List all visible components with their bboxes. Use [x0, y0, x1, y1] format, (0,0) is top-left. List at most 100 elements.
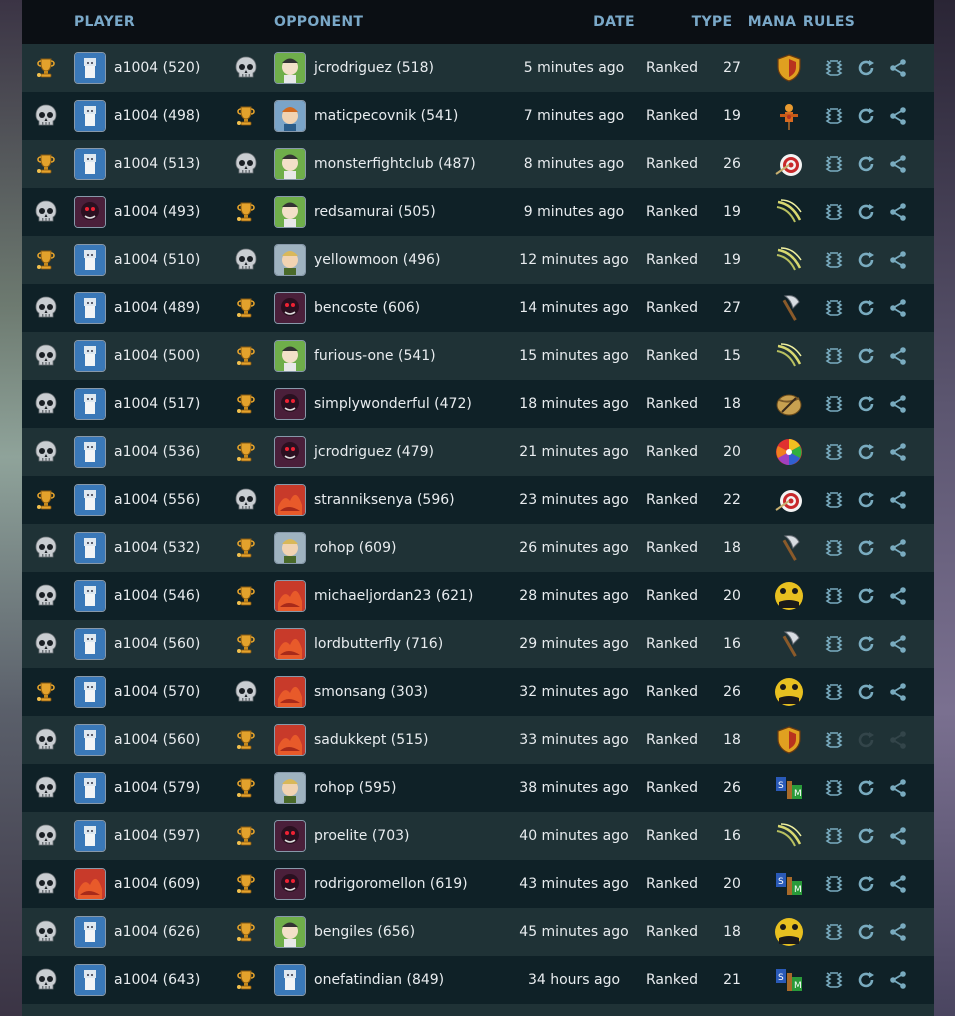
player-name[interactable]: a1004 (556) — [110, 492, 222, 508]
opponent-name[interactable]: onefatindian (849) — [310, 972, 508, 988]
player-avatar[interactable] — [70, 436, 110, 468]
share-icon[interactable] — [882, 250, 914, 270]
share-icon[interactable] — [882, 682, 914, 702]
table-row[interactable]: a1004 (560) lordbutterfly (716) 29 minutes… — [22, 620, 934, 668]
replay-icon[interactable] — [850, 202, 882, 222]
opponent-name[interactable]: bencoste (606) — [310, 300, 508, 316]
share-icon[interactable] — [882, 346, 914, 366]
share-icon[interactable] — [882, 394, 914, 414]
replay-icon[interactable] — [850, 682, 882, 702]
player-name[interactable]: a1004 (579) — [110, 780, 222, 796]
replay-icon[interactable] — [850, 634, 882, 654]
opponent-name[interactable]: maticpecovnik (541) — [310, 108, 508, 124]
opponent-avatar[interactable] — [270, 772, 310, 804]
player-avatar[interactable] — [70, 580, 110, 612]
replay-icon[interactable] — [850, 106, 882, 126]
battle-view-icon[interactable] — [818, 154, 850, 174]
player-name[interactable]: a1004 (560) — [110, 732, 222, 748]
player-name[interactable]: a1004 (517) — [110, 396, 222, 412]
replay-icon[interactable] — [850, 922, 882, 942]
player-avatar[interactable] — [70, 628, 110, 660]
opponent-name[interactable]: redsamurai (505) — [310, 204, 508, 220]
player-name[interactable]: a1004 (536) — [110, 444, 222, 460]
player-avatar[interactable] — [70, 868, 110, 900]
moon-rule-icon[interactable] — [760, 580, 818, 612]
opponent-avatar[interactable] — [270, 436, 310, 468]
replay-icon[interactable] — [850, 490, 882, 510]
axe-rule-icon[interactable] — [760, 292, 818, 324]
table-row[interactable]: a1004 (609) rodrigoromellon (619) 43 minut… — [22, 860, 934, 908]
replay-icon[interactable] — [850, 586, 882, 606]
battle-view-icon[interactable] — [818, 922, 850, 942]
header-mana[interactable]: MANA — [744, 14, 800, 30]
opponent-avatar[interactable] — [270, 244, 310, 276]
opponent-avatar[interactable] — [270, 388, 310, 420]
player-avatar[interactable] — [70, 196, 110, 228]
opponent-avatar[interactable] — [270, 196, 310, 228]
player-name[interactable]: a1004 (546) — [110, 588, 222, 604]
table-row[interactable]: a1004 (510) yellowmoon (496) 12 minutes ag… — [22, 236, 934, 284]
player-avatar[interactable] — [70, 388, 110, 420]
opponent-avatar[interactable] — [270, 676, 310, 708]
table-row[interactable]: a1004 (626) bengiles (656) 45 minutes ago R… — [22, 908, 934, 956]
player-avatar[interactable] — [70, 964, 110, 996]
player-name[interactable]: a1004 (560) — [110, 636, 222, 652]
player-avatar[interactable] — [70, 292, 110, 324]
replay-icon[interactable] — [850, 970, 882, 990]
opponent-name[interactable]: sadukkept (515) — [310, 732, 508, 748]
player-name[interactable]: a1004 (532) — [110, 540, 222, 556]
opponent-avatar[interactable] — [270, 628, 310, 660]
battle-view-icon[interactable] — [818, 826, 850, 846]
replay-icon[interactable] — [850, 250, 882, 270]
share-icon[interactable] — [882, 490, 914, 510]
table-row[interactable]: a1004 (517) simplywonderful (472) 18 minut… — [22, 380, 934, 428]
share-icon[interactable] — [882, 970, 914, 990]
player-avatar[interactable] — [70, 532, 110, 564]
share-icon[interactable] — [882, 58, 914, 78]
replay-icon[interactable] — [850, 826, 882, 846]
opponent-avatar[interactable] — [270, 724, 310, 756]
shield-rule-icon[interactable] — [760, 724, 818, 756]
player-avatar[interactable] — [70, 52, 110, 84]
table-row[interactable]: a1004 (570) smonsang (303) 32 minutes ago R… — [22, 668, 934, 716]
player-avatar[interactable] — [70, 148, 110, 180]
player-avatar[interactable] — [70, 676, 110, 708]
battle-view-icon[interactable] — [818, 586, 850, 606]
share-icon[interactable] — [882, 106, 914, 126]
opponent-name[interactable]: stranniksenya (596) — [310, 492, 508, 508]
player-name[interactable]: a1004 (513) — [110, 156, 222, 172]
table-row[interactable]: a1004 (579) rohop (595) 38 minutes ago Rank… — [22, 764, 934, 812]
share-icon[interactable] — [882, 202, 914, 222]
battle-view-icon[interactable] — [818, 874, 850, 894]
battle-view-icon[interactable] — [818, 394, 850, 414]
share-icon[interactable] — [882, 538, 914, 558]
battle-view-icon[interactable] — [818, 778, 850, 798]
target-rule-icon[interactable] — [760, 484, 818, 516]
table-row[interactable]: a1004 (500) furious-one (541) 15 minutes a… — [22, 332, 934, 380]
battle-view-icon[interactable] — [818, 970, 850, 990]
battle-view-icon[interactable] — [818, 346, 850, 366]
table-row-partial[interactable] — [22, 1004, 934, 1016]
table-row[interactable]: a1004 (520) jcrodriguez (518) 5 minutes ag… — [22, 44, 934, 92]
claw-rule-icon[interactable] — [760, 340, 818, 372]
player-name[interactable]: a1004 (643) — [110, 972, 222, 988]
player-name[interactable]: a1004 (609) — [110, 876, 222, 892]
table-row[interactable]: a1004 (556) stranniksenya (596) 23 minutes… — [22, 476, 934, 524]
replay-icon[interactable] — [850, 538, 882, 558]
player-name[interactable]: a1004 (493) — [110, 204, 222, 220]
replay-icon[interactable] — [850, 154, 882, 174]
opponent-avatar[interactable] — [270, 964, 310, 996]
replay-icon[interactable] — [850, 874, 882, 894]
header-opponent[interactable]: OPPONENT — [274, 14, 548, 30]
share-icon[interactable] — [882, 874, 914, 894]
player-avatar[interactable] — [70, 484, 110, 516]
opponent-avatar[interactable] — [270, 532, 310, 564]
player-name[interactable]: a1004 (570) — [110, 684, 222, 700]
opponent-avatar[interactable] — [270, 292, 310, 324]
player-avatar[interactable] — [70, 340, 110, 372]
player-name[interactable]: a1004 (489) — [110, 300, 222, 316]
opponent-name[interactable]: bengiles (656) — [310, 924, 508, 940]
opponent-name[interactable]: simplywonderful (472) — [310, 396, 508, 412]
replay-icon[interactable] — [850, 58, 882, 78]
player-avatar[interactable] — [70, 772, 110, 804]
